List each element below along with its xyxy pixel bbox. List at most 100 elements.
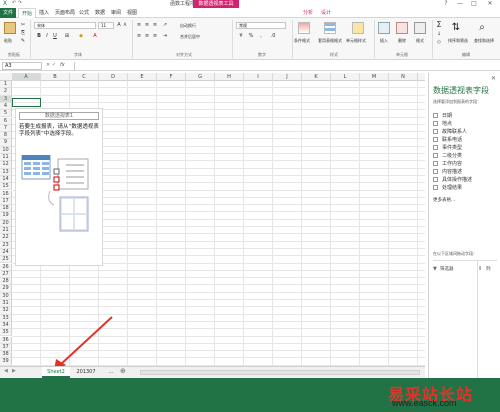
- table-format-icon[interactable]: [324, 22, 336, 34]
- column-header[interactable]: C: [70, 73, 99, 81]
- column-header[interactable]: B: [41, 73, 70, 81]
- cut-icon[interactable]: ✂: [20, 22, 26, 28]
- align-bottom-icon[interactable]: ≡: [152, 22, 158, 28]
- font-size-select[interactable]: 11: [98, 22, 114, 29]
- insert-cells-button[interactable]: 插入: [380, 38, 388, 44]
- row-header[interactable]: 15: [0, 183, 12, 191]
- row-header[interactable]: 21: [0, 227, 12, 235]
- column-header[interactable]: K: [302, 73, 331, 81]
- tab-9[interactable]: 设计: [318, 8, 334, 18]
- worksheet-grid[interactable]: ABCDEFGHIJKLMN 1 2 3 4 5 6 7 8 9 10 11 12 13 14 15 16 17…: [0, 73, 425, 373]
- sheet-tab-more[interactable]: ...: [104, 367, 118, 378]
- align-left-icon[interactable]: ≡: [136, 33, 142, 39]
- row-header[interactable]: 3: [0, 95, 12, 103]
- column-header[interactable]: A: [12, 73, 41, 81]
- name-box[interactable]: A3: [2, 62, 42, 70]
- clear-icon[interactable]: ◇: [436, 39, 442, 45]
- tab-0[interactable]: 文件: [0, 8, 17, 18]
- row-header[interactable]: 32: [0, 307, 12, 315]
- cell-style-button[interactable]: 单元格样式: [346, 38, 366, 44]
- row-header[interactable]: 39: [0, 358, 12, 366]
- row-header[interactable]: 6: [0, 117, 12, 125]
- checkbox-icon[interactable]: [433, 177, 438, 182]
- field-item[interactable]: 二级分类: [433, 153, 462, 160]
- row-header[interactable]: 29: [0, 285, 12, 293]
- field-item[interactable]: 日期: [433, 113, 452, 120]
- tab-8[interactable]: 分析: [300, 8, 316, 18]
- row-header[interactable]: 33: [0, 314, 12, 322]
- checkbox-icon[interactable]: [433, 137, 438, 142]
- orientation-icon[interactable]: ↗: [162, 22, 168, 28]
- column-header[interactable]: M: [360, 73, 389, 81]
- insert-cells-icon[interactable]: [378, 22, 390, 34]
- sum-icon[interactable]: Σ: [436, 21, 442, 29]
- checkbox-icon[interactable]: [433, 185, 438, 190]
- tab-4[interactable]: 公式: [76, 8, 92, 18]
- sheet-tab[interactable]: 201307: [72, 367, 100, 378]
- row-header[interactable]: 19: [0, 212, 12, 220]
- field-item[interactable]: 事件类型: [433, 145, 462, 152]
- wrap-text-button[interactable]: 自动换行: [180, 23, 196, 29]
- row-header[interactable]: 11: [0, 154, 12, 162]
- row-header[interactable]: 18: [0, 205, 12, 213]
- pane-close-icon[interactable]: ✕: [491, 75, 496, 82]
- border-icon[interactable]: ⊞: [64, 33, 70, 39]
- sort-filter-icon[interactable]: ⇅: [450, 22, 462, 34]
- percent-icon[interactable]: %: [248, 33, 254, 39]
- row-header[interactable]: 24: [0, 248, 12, 257]
- field-item[interactable]: 故障联系人: [433, 129, 467, 136]
- close-button[interactable]: ✕: [484, 0, 496, 8]
- row-header[interactable]: 8: [0, 132, 12, 140]
- align-top-icon[interactable]: ≡: [136, 22, 142, 28]
- column-header[interactable]: D: [99, 73, 128, 81]
- column-header[interactable]: I: [244, 73, 273, 81]
- checkbox-icon[interactable]: [433, 129, 438, 134]
- paste-icon[interactable]: [4, 22, 16, 34]
- column-header[interactable]: E: [128, 73, 157, 81]
- indent-icon[interactable]: ⇥: [162, 33, 168, 39]
- pivot-placeholder[interactable]: 数据透视表1 若要生成报表，请从“数据透视表字段列表”中选择字段。: [15, 108, 103, 266]
- format-cells-icon[interactable]: [414, 22, 426, 34]
- fill-icon[interactable]: ↓: [436, 31, 442, 37]
- delete-cells-icon[interactable]: [396, 22, 408, 34]
- decimal-icon[interactable]: .0: [270, 33, 276, 39]
- conditional-format-button[interactable]: 条件格式: [294, 38, 310, 44]
- row-header[interactable]: 1: [0, 81, 12, 89]
- row-header[interactable]: 27: [0, 270, 12, 279]
- tab-3[interactable]: 页面布局: [52, 8, 78, 18]
- row-header[interactable]: 16: [0, 190, 12, 198]
- cell-style-icon[interactable]: [352, 22, 364, 34]
- row-header[interactable]: 14: [0, 175, 12, 184]
- add-sheet-icon[interactable]: ⊕: [120, 367, 126, 375]
- row-header[interactable]: 12: [0, 161, 12, 169]
- formula-buttons[interactable]: ✕ ✓: [46, 62, 56, 68]
- scroll-tabs-right-icon[interactable]: ▶: [12, 368, 16, 374]
- align-center-icon[interactable]: ≡: [144, 33, 150, 39]
- help-button[interactable]: ?: [440, 0, 452, 8]
- row-header[interactable]: 38: [0, 351, 12, 359]
- horizontal-scrollbar[interactable]: [140, 370, 420, 375]
- tab-7[interactable]: 视图: [124, 8, 140, 18]
- font-color-icon[interactable]: A: [92, 33, 98, 39]
- find-icon[interactable]: ⌕: [476, 22, 488, 34]
- column-header[interactable]: H: [215, 73, 244, 81]
- number-format-select[interactable]: 常规: [236, 22, 286, 29]
- sort-filter-button[interactable]: 排序和筛选: [448, 38, 468, 44]
- fill-color-icon[interactable]: ◆: [78, 33, 84, 39]
- minimize-button[interactable]: —: [454, 0, 466, 8]
- row-header[interactable]: 10: [0, 146, 12, 154]
- bold-icon[interactable]: B: [36, 33, 42, 39]
- row-header[interactable]: 5: [0, 110, 12, 118]
- row-header[interactable]: 36: [0, 336, 12, 344]
- comma-icon[interactable]: ,: [258, 33, 264, 39]
- checkbox-icon[interactable]: [433, 113, 438, 118]
- row-header[interactable]: 28: [0, 278, 12, 286]
- row-header[interactable]: 26: [0, 263, 12, 271]
- row-header[interactable]: 2: [0, 88, 12, 96]
- font-name-select[interactable]: 宋体: [34, 22, 96, 29]
- checkbox-icon[interactable]: [433, 161, 438, 166]
- merge-center-button[interactable]: 合并后居中: [180, 34, 200, 40]
- field-item[interactable]: 具体操作描述: [433, 177, 472, 184]
- currency-icon[interactable]: ¥: [238, 33, 244, 39]
- row-header[interactable]: 30: [0, 292, 12, 300]
